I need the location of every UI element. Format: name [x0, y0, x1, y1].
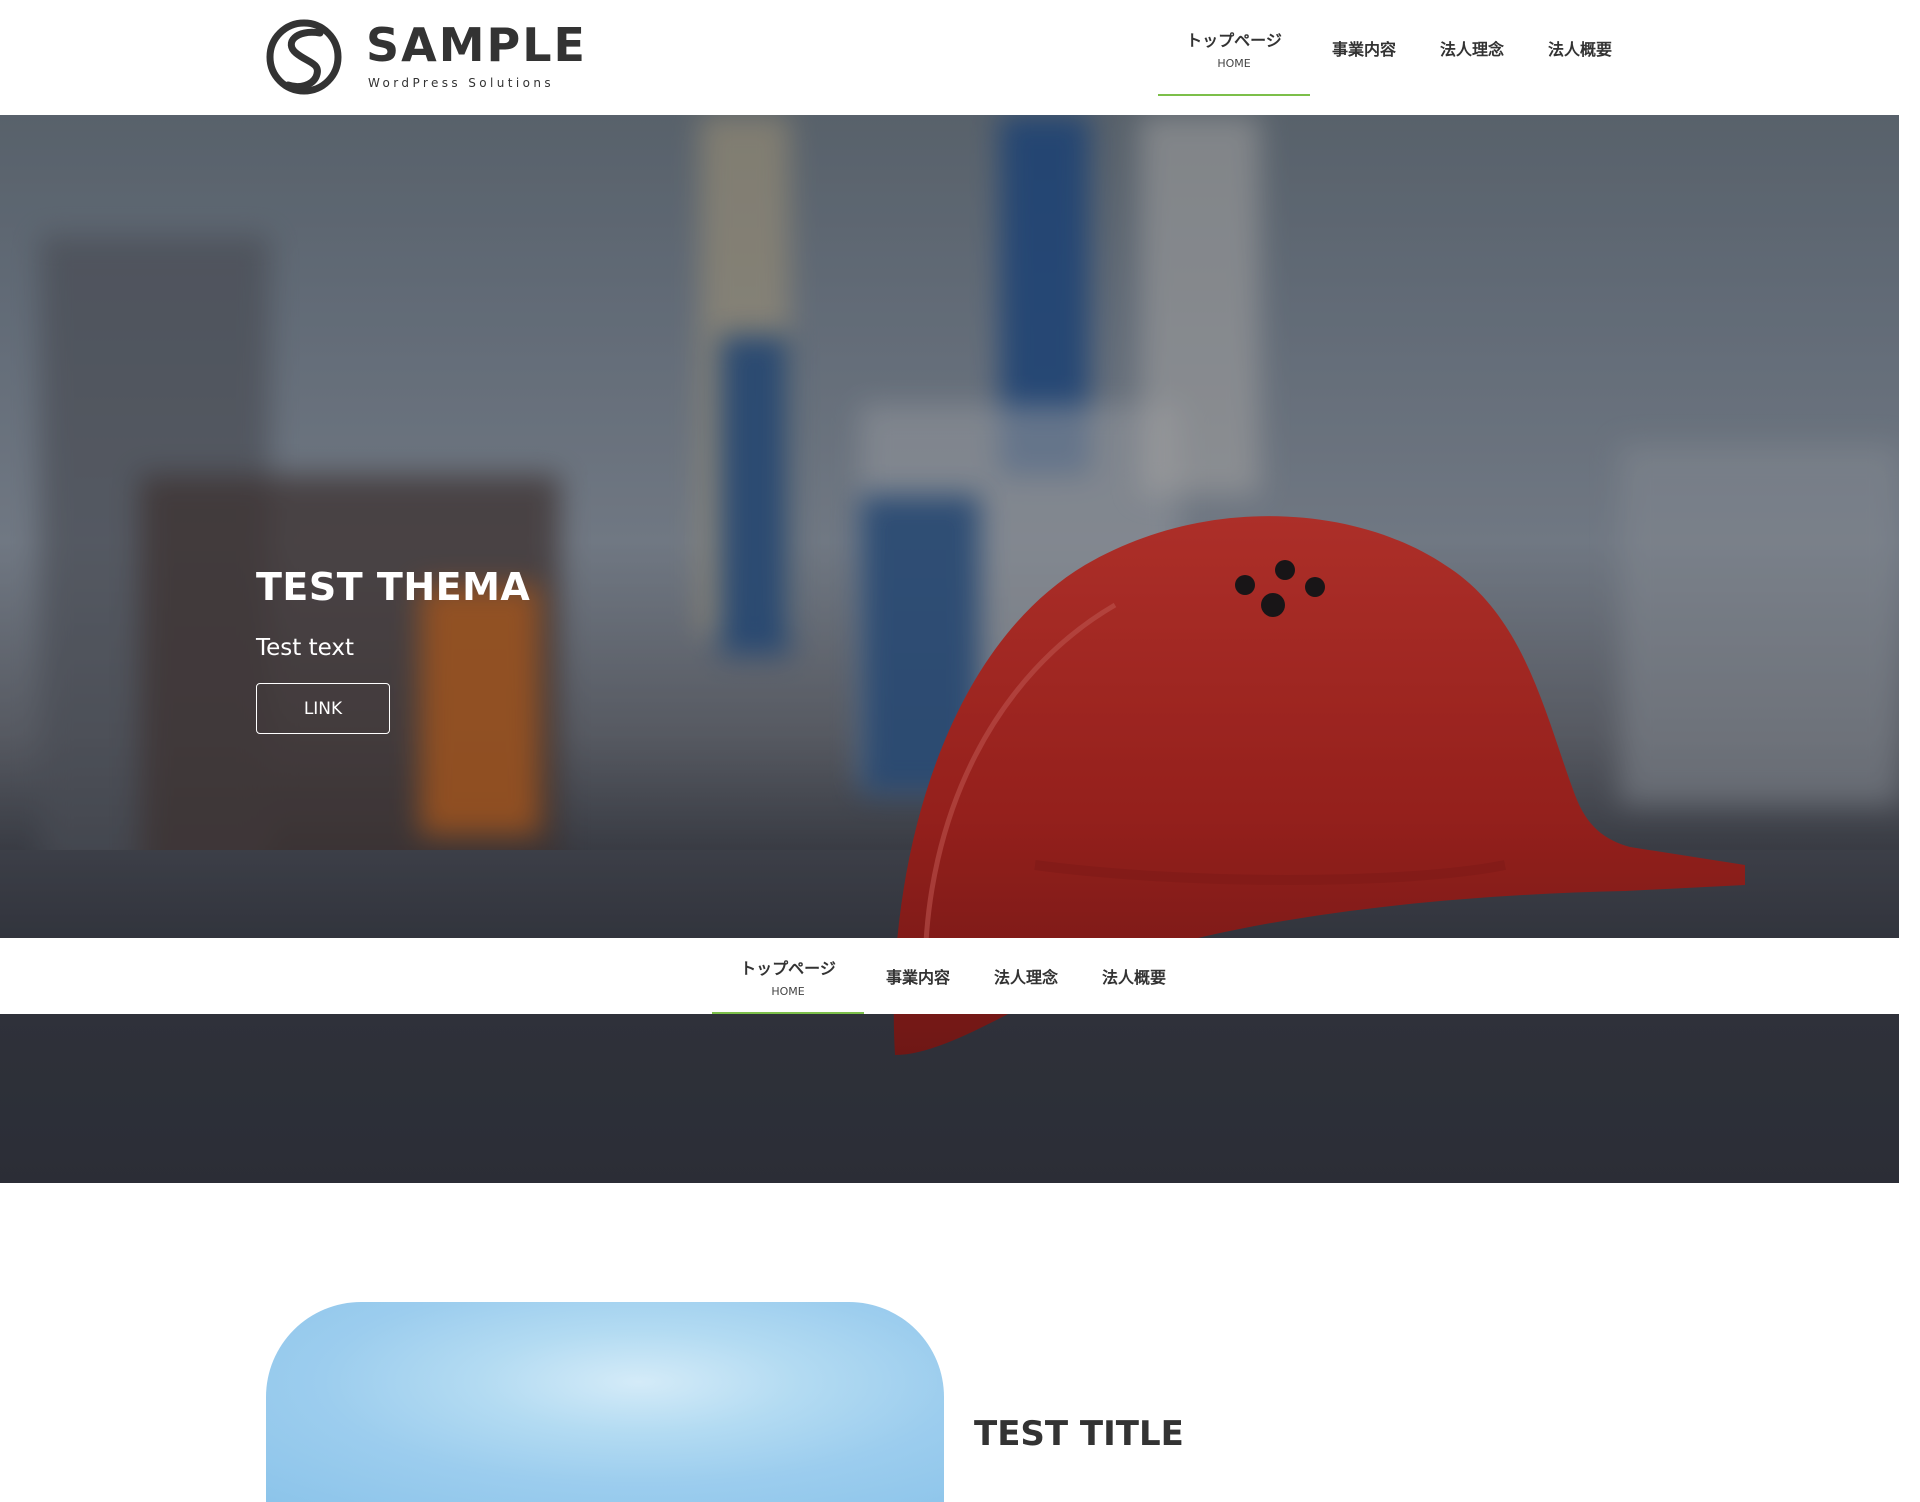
nav-item-company[interactable]: 法人概要 [1080, 938, 1188, 1014]
nav-item-label: 事業内容 [1332, 40, 1397, 59]
hero-section: TEST THEMA Test text LINK [0, 115, 1899, 1183]
nav-item-label: トップページ [740, 958, 836, 978]
nav-item-label: 法人理念 [994, 968, 1059, 987]
brand-name: SAMPLE [366, 18, 587, 72]
nav-item-label: 法人概要 [1102, 968, 1167, 987]
site-logo[interactable]: SAMPLE WordPress Solutions [266, 18, 585, 98]
nav-item-business[interactable]: 事業内容 [1310, 0, 1418, 96]
hero-text: Test text [256, 635, 354, 661]
hero-title: TEST THEMA [256, 565, 531, 609]
nav-item-sublabel: HOME [771, 984, 805, 998]
sticky-nav-bar: トップページ HOME 事業内容 法人理念 法人概要 [0, 938, 1920, 1014]
hero-link-button[interactable]: LINK [256, 683, 390, 734]
nav-item-philosophy[interactable]: 法人理念 [972, 938, 1080, 1014]
nav-item-home[interactable]: トップページ HOME [1158, 0, 1310, 96]
nav-item-label: 法人理念 [1440, 40, 1505, 59]
nav-item-label: 事業内容 [886, 968, 951, 987]
nav-item-business[interactable]: 事業内容 [864, 938, 972, 1014]
site-header: SAMPLE WordPress Solutions トップページ HOME 事… [0, 0, 1920, 115]
nav-item-label: トップページ [1186, 30, 1282, 50]
nav-item-company[interactable]: 法人概要 [1526, 0, 1634, 96]
hero-content: TEST THEMA Test text LINK [256, 565, 530, 734]
feature-image [266, 1302, 944, 1502]
nav-item-home[interactable]: トップページ HOME [712, 938, 864, 1014]
nav-item-label: 法人概要 [1548, 40, 1613, 59]
nav-item-philosophy[interactable]: 法人理念 [1418, 0, 1526, 96]
nav-item-sublabel: HOME [1217, 56, 1251, 70]
brand-tagline: WordPress Solutions [368, 76, 554, 90]
s-circle-logo-icon [266, 19, 342, 95]
main-nav: トップページ HOME 事業内容 法人理念 法人概要 [1158, 0, 1634, 96]
section-title: TEST TITLE [974, 1414, 1184, 1454]
secondary-nav: トップページ HOME 事業内容 法人理念 法人概要 [712, 938, 1188, 1014]
